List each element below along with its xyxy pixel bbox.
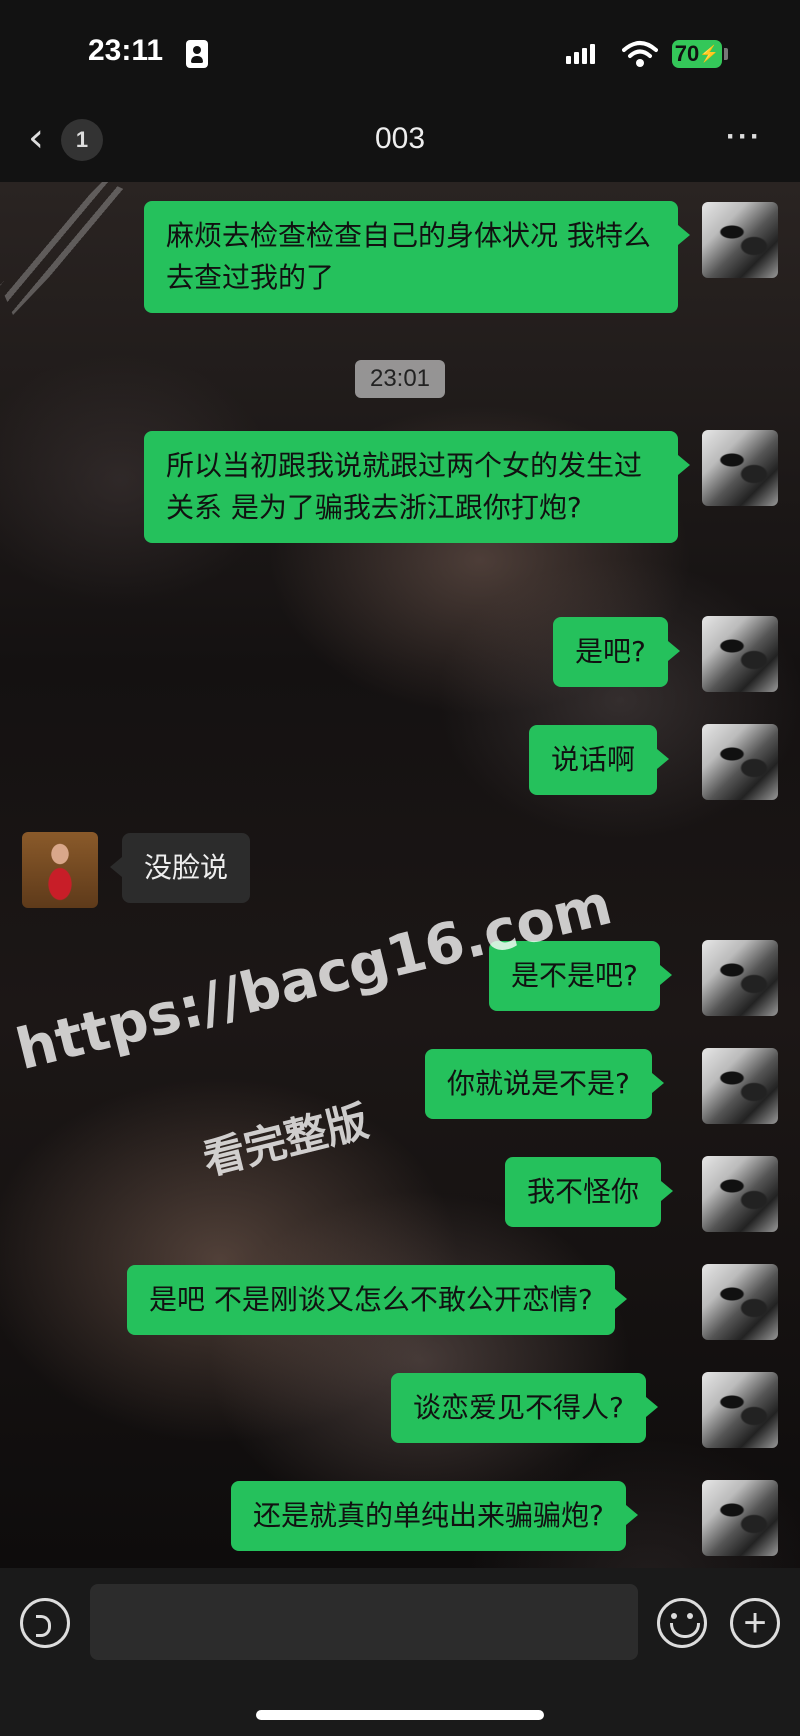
add-attachment-icon[interactable]: + [730, 1598, 780, 1648]
message-bubble-sent[interactable]: 还是就真的单纯出来骗骗炮? [231, 1481, 638, 1551]
charging-bolt-icon: ⚡ [699, 46, 720, 63]
message-bubble-sent[interactable]: 麻烦去检查检查自己的身体状况 我特么去查过我的了 [144, 201, 690, 313]
self-avatar[interactable] [702, 1480, 778, 1556]
emoji-icon[interactable] [657, 1598, 707, 1648]
status-bar: 23:11 70 ⚡ [0, 0, 800, 100]
battery-level: 70 [674, 41, 700, 66]
self-avatar[interactable] [702, 1264, 778, 1340]
message-bubble-sent[interactable]: 说话啊 [529, 725, 670, 795]
wifi-icon [622, 41, 658, 67]
status-time: 23:11 [88, 34, 164, 67]
cellular-signal-icon [566, 44, 595, 64]
self-avatar[interactable] [702, 940, 778, 1016]
message-input[interactable] [90, 1584, 638, 1660]
battery-cap [724, 48, 728, 60]
self-avatar[interactable] [702, 202, 778, 278]
message-bubble-sent[interactable]: 是吧 不是刚谈又怎么不敢公开恋情? [127, 1265, 627, 1335]
chat-header: ‹ 1 003 ··· [0, 100, 800, 182]
battery-charging-icon: 70 ⚡ [672, 40, 722, 68]
home-indicator [256, 1710, 544, 1720]
self-avatar[interactable] [702, 724, 778, 800]
self-avatar[interactable] [702, 430, 778, 506]
self-avatar[interactable] [702, 616, 778, 692]
message-bubble-sent[interactable]: 我不怪你 [505, 1157, 674, 1227]
chat-title: 003 [374, 122, 426, 155]
input-bar: + [0, 1568, 800, 1736]
message-bubble-sent[interactable]: 所以当初跟我说就跟过两个女的发生过关系 是为了骗我去浙江跟你打炮? [144, 431, 690, 543]
message-bubble-sent[interactable]: 你就说是不是? [425, 1049, 664, 1119]
self-avatar[interactable] [702, 1156, 778, 1232]
contact-avatar[interactable] [22, 832, 98, 908]
more-options-icon[interactable]: ··· [726, 120, 762, 154]
message-bubble-sent[interactable]: 谈恋爱见不得人? [391, 1373, 658, 1443]
id-card-icon [186, 40, 208, 68]
message-timestamp: 23:01 [355, 360, 445, 398]
self-avatar[interactable] [702, 1048, 778, 1124]
self-avatar[interactable] [702, 1372, 778, 1448]
message-bubble-sent[interactable]: 是吧? [553, 617, 680, 687]
message-bubble-received[interactable]: 没脸说 [109, 833, 251, 903]
voice-input-icon[interactable] [20, 1598, 70, 1648]
